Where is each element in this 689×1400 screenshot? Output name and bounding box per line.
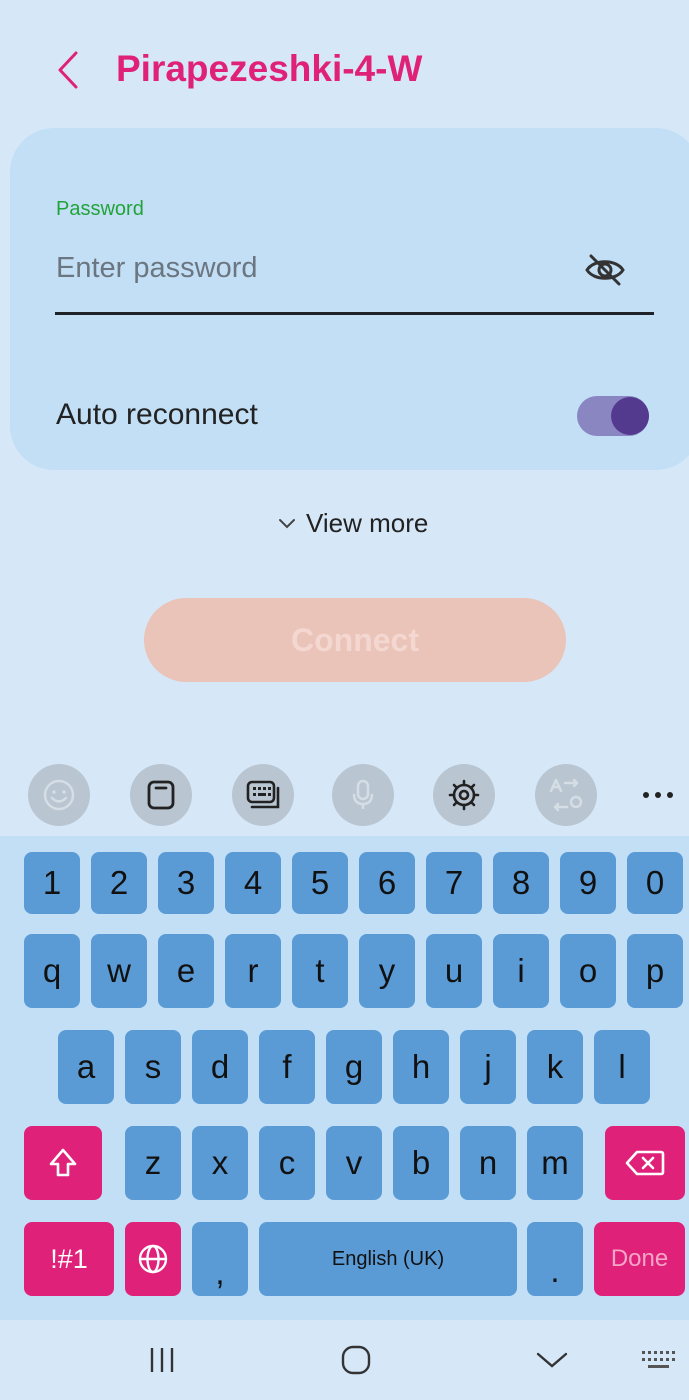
period-key[interactable]: . — [527, 1222, 583, 1296]
auto-reconnect-toggle[interactable] — [577, 396, 649, 436]
eye-off-icon — [585, 254, 625, 286]
key-n[interactable]: n — [460, 1126, 516, 1200]
view-more-button[interactable]: View more — [278, 508, 428, 539]
done-key[interactable]: Done — [594, 1222, 685, 1296]
key-v[interactable]: v — [326, 1126, 382, 1200]
shift-key[interactable] — [24, 1126, 102, 1200]
recent-apps-icon — [150, 1348, 174, 1372]
key-f[interactable]: f — [259, 1030, 315, 1104]
settings-icon — [448, 779, 480, 811]
symbols-key[interactable]: !#1 — [24, 1222, 114, 1296]
toggle-knob — [611, 397, 649, 435]
password-input[interactable] — [56, 244, 576, 292]
key-h[interactable]: h — [393, 1030, 449, 1104]
key-c[interactable]: c — [259, 1126, 315, 1200]
key-8[interactable]: 8 — [493, 852, 549, 914]
translate-button[interactable] — [535, 764, 597, 826]
clipboard-button[interactable] — [130, 764, 192, 826]
key-d[interactable]: d — [192, 1030, 248, 1104]
key-j[interactable]: j — [460, 1030, 516, 1104]
chevron-down-icon — [279, 518, 295, 528]
shift-icon — [49, 1148, 77, 1177]
more-icon — [643, 792, 673, 798]
home-button[interactable] — [332, 1338, 380, 1382]
more-options-button[interactable] — [638, 780, 678, 810]
keyboard-mode-icon — [246, 780, 280, 809]
key-g[interactable]: g — [326, 1030, 382, 1104]
key-w[interactable]: w — [91, 934, 147, 1008]
keyboard-switch-icon — [642, 1351, 675, 1368]
keyboard-settings-button[interactable] — [433, 764, 495, 826]
language-key[interactable] — [125, 1222, 181, 1296]
key-l[interactable]: l — [594, 1030, 650, 1104]
key-r[interactable]: r — [225, 934, 281, 1008]
key-7[interactable]: 7 — [426, 852, 482, 914]
back-nav-button[interactable] — [528, 1338, 576, 1382]
back-button[interactable] — [48, 48, 88, 92]
key-6[interactable]: 6 — [359, 852, 415, 914]
key-b[interactable]: b — [393, 1126, 449, 1200]
key-9[interactable]: 9 — [560, 852, 616, 914]
key-q[interactable]: q — [24, 934, 80, 1008]
key-z[interactable]: z — [125, 1126, 181, 1200]
back-icon — [536, 1352, 568, 1368]
key-3[interactable]: 3 — [158, 852, 214, 914]
emoji-button[interactable] — [28, 764, 90, 826]
key-k[interactable]: k — [527, 1030, 583, 1104]
keyboard-switch-button[interactable] — [634, 1338, 682, 1382]
toggle-password-visibility-button[interactable] — [582, 248, 628, 292]
chevron-left-icon — [58, 51, 78, 89]
comma-key[interactable]: , — [192, 1222, 248, 1296]
backspace-icon — [625, 1150, 665, 1176]
key-u[interactable]: u — [426, 934, 482, 1008]
password-underline — [55, 312, 654, 315]
password-label: Password — [56, 198, 144, 220]
recent-apps-button[interactable] — [138, 1338, 186, 1382]
translate-icon — [549, 778, 583, 812]
key-t[interactable]: t — [292, 934, 348, 1008]
connect-button[interactable]: Connect — [144, 598, 566, 682]
key-0[interactable]: 0 — [627, 852, 683, 914]
key-i[interactable]: i — [493, 934, 549, 1008]
key-x[interactable]: x — [192, 1126, 248, 1200]
key-2[interactable]: 2 — [91, 852, 147, 914]
key-m[interactable]: m — [527, 1126, 583, 1200]
key-a[interactable]: a — [58, 1030, 114, 1104]
clipboard-icon — [147, 780, 175, 810]
key-4[interactable]: 4 — [225, 852, 281, 914]
globe-icon — [138, 1244, 168, 1274]
home-icon — [341, 1345, 371, 1375]
page-title: Pirapezeshki-4-W — [116, 48, 423, 89]
keyboard-mode-button[interactable] — [232, 764, 294, 826]
key-p[interactable]: p — [627, 934, 683, 1008]
key-o[interactable]: o — [560, 934, 616, 1008]
key-e[interactable]: e — [158, 934, 214, 1008]
emoji-icon — [43, 779, 75, 811]
key-5[interactable]: 5 — [292, 852, 348, 914]
backspace-key[interactable] — [605, 1126, 685, 1200]
voice-input-button[interactable] — [332, 764, 394, 826]
microphone-icon — [352, 779, 374, 809]
space-key[interactable]: English (UK) — [259, 1222, 517, 1296]
key-y[interactable]: y — [359, 934, 415, 1008]
view-more-label: View more — [306, 508, 429, 538]
auto-reconnect-label: Auto reconnect — [56, 398, 258, 431]
key-1[interactable]: 1 — [24, 852, 80, 914]
key-s[interactable]: s — [125, 1030, 181, 1104]
